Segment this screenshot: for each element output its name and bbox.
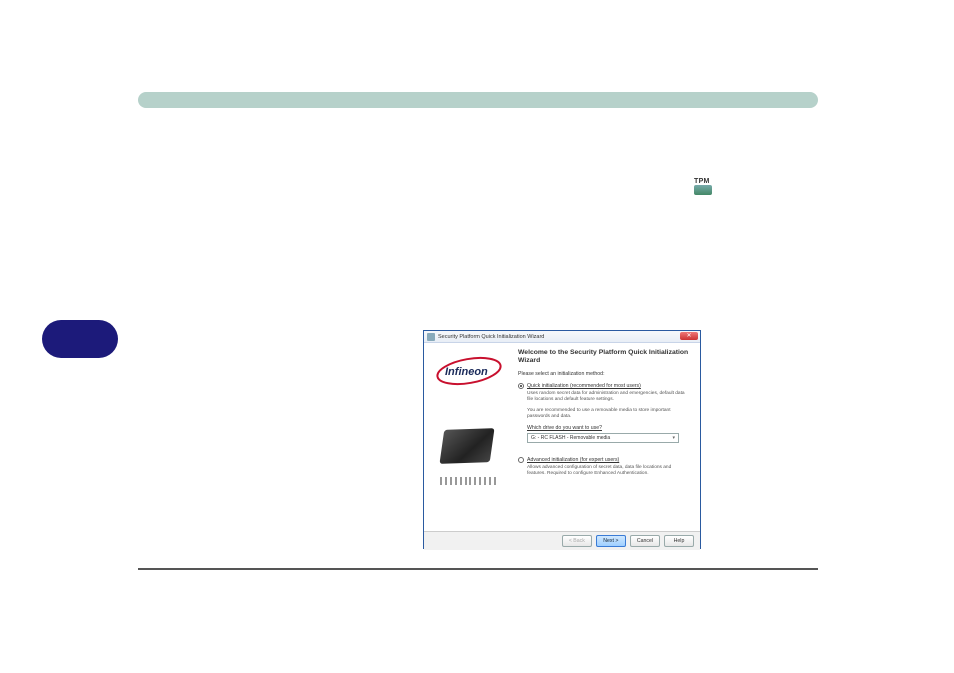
chip-body-icon — [439, 428, 494, 464]
divider — [138, 568, 818, 570]
wizard-footer: < Back Next > Cancel Help — [424, 531, 700, 550]
titlebar-text: Security Platform Quick Initialization W… — [438, 334, 544, 340]
tpm-tray-icon: TPM — [694, 178, 712, 196]
help-button[interactable]: Help — [664, 535, 694, 547]
infineon-logo: Infineon — [431, 353, 507, 389]
tpm-label: TPM — [694, 178, 712, 185]
drive-question: Which drive do you want to use? — [527, 425, 690, 431]
chevron-down-icon: ▾ — [672, 435, 675, 441]
wizard-heading: Welcome to the Security Platform Quick I… — [518, 349, 690, 365]
wizard-body: Infineon Welcome to the Security Platfor… — [424, 343, 700, 531]
drive-select[interactable]: G: - RC FLASH - Removable media ▾ — [527, 433, 679, 443]
radio-icon[interactable] — [518, 457, 524, 463]
next-button[interactable]: Next > — [596, 535, 626, 547]
radio-advanced-label: Advanced initialization (for expert user… — [527, 457, 619, 463]
wizard-left-panel: Infineon — [424, 343, 514, 531]
chip-image — [438, 429, 500, 481]
header-bar — [138, 92, 818, 108]
wizard-dialog: Security Platform Quick Initialization W… — [423, 330, 701, 549]
titlebar[interactable]: Security Platform Quick Initialization W… — [424, 331, 700, 343]
close-button[interactable]: ✕ — [680, 332, 698, 340]
radio-quick-desc1: Uses random secret data for administrati… — [527, 391, 690, 403]
cancel-button[interactable]: Cancel — [630, 535, 660, 547]
wizard-subtext: Please select an initialization method: — [518, 371, 690, 377]
chip-icon — [694, 185, 712, 195]
step-badge — [42, 320, 118, 358]
wizard-content: Welcome to the Security Platform Quick I… — [514, 343, 700, 531]
radio-advanced[interactable]: Advanced initialization (for expert user… — [518, 457, 690, 463]
app-icon — [427, 333, 435, 341]
svg-text:Infineon: Infineon — [445, 366, 488, 378]
radio-quick-label: Quick initialization (recommended for mo… — [527, 383, 641, 389]
drive-select-value: G: - RC FLASH - Removable media — [531, 435, 610, 441]
back-button: < Back — [562, 535, 592, 547]
chip-pins-icon — [440, 477, 496, 485]
radio-icon[interactable] — [518, 383, 524, 389]
radio-quick-desc2: You are recommended to use a removable m… — [527, 408, 690, 420]
radio-advanced-desc: Allows advanced configuration of secret … — [527, 465, 690, 477]
radio-quick[interactable]: Quick initialization (recommended for mo… — [518, 383, 690, 389]
